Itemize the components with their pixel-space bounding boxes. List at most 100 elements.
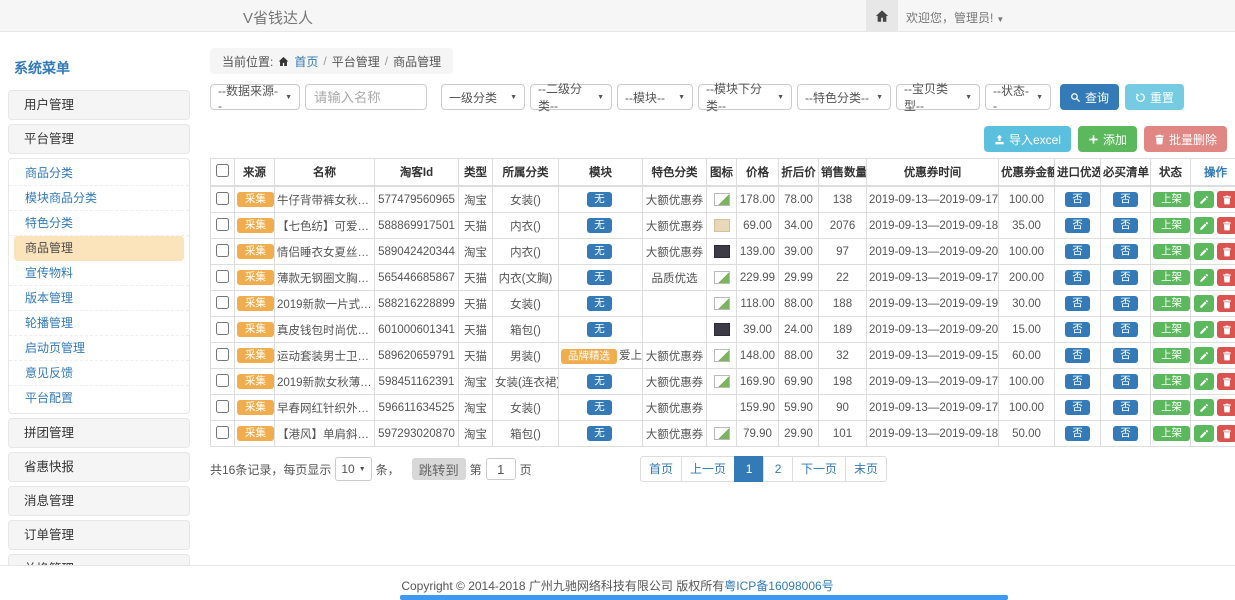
- source-select[interactable]: --数据来源--▼: [210, 84, 300, 110]
- module-badge[interactable]: 无: [587, 374, 612, 389]
- row-checkbox[interactable]: [216, 296, 229, 309]
- sidebar-item-user-mgmt[interactable]: 用户管理: [8, 90, 190, 120]
- must-buy-toggle[interactable]: 否: [1113, 244, 1138, 259]
- row-checkbox[interactable]: [216, 348, 229, 361]
- import-select-toggle[interactable]: 否: [1065, 218, 1090, 233]
- must-buy-toggle[interactable]: 否: [1113, 374, 1138, 389]
- status-toggle[interactable]: 上架: [1153, 270, 1190, 285]
- status-toggle[interactable]: 上架: [1153, 244, 1190, 259]
- breadcrumb-home-link[interactable]: 首页: [294, 53, 318, 70]
- sidebar-item-groupbuy-mgmt[interactable]: 拼团管理: [8, 418, 190, 448]
- status-toggle[interactable]: 上架: [1153, 348, 1190, 363]
- category1-select[interactable]: 一级分类▼: [441, 84, 525, 110]
- edit-button[interactable]: [1194, 373, 1214, 390]
- must-buy-toggle[interactable]: 否: [1113, 322, 1138, 337]
- row-checkbox[interactable]: [216, 322, 229, 335]
- item-type-select[interactable]: --宝贝类型--▼: [896, 84, 980, 110]
- module-select[interactable]: --模块--▼: [617, 84, 693, 110]
- reset-button[interactable]: 重置: [1125, 84, 1184, 110]
- first-page-button[interactable]: 首页: [640, 456, 682, 482]
- sidebar-item-promo-material[interactable]: 宣传物料: [9, 261, 189, 286]
- module-badge[interactable]: 无: [587, 296, 612, 311]
- must-buy-toggle[interactable]: 否: [1113, 270, 1138, 285]
- delete-button[interactable]: [1217, 269, 1235, 286]
- sidebar-item-exchange-mgmt[interactable]: 兑换管理: [8, 554, 190, 565]
- user-menu[interactable]: 欢迎您，管理员!▼: [906, 9, 1004, 26]
- sidebar-item-order-mgmt[interactable]: 订单管理: [8, 520, 190, 550]
- must-buy-toggle[interactable]: 否: [1113, 192, 1138, 207]
- batch-delete-button[interactable]: 批量删除: [1144, 126, 1227, 152]
- sidebar-item-feature-category[interactable]: 特色分类: [9, 211, 189, 236]
- module-badge[interactable]: 品牌精选: [561, 349, 617, 364]
- delete-button[interactable]: [1217, 373, 1235, 390]
- delete-button[interactable]: [1217, 243, 1235, 260]
- sidebar-item-product-category[interactable]: 商品分类: [9, 161, 189, 186]
- sidebar-item-splash-mgmt[interactable]: 启动页管理: [9, 336, 189, 361]
- edit-button[interactable]: [1194, 321, 1214, 338]
- import-select-toggle[interactable]: 否: [1065, 244, 1090, 259]
- import-select-toggle[interactable]: 否: [1065, 322, 1090, 337]
- import-select-toggle[interactable]: 否: [1065, 296, 1090, 311]
- status-toggle[interactable]: 上架: [1153, 296, 1190, 311]
- status-toggle[interactable]: 上架: [1153, 374, 1190, 389]
- edit-button[interactable]: [1194, 191, 1214, 208]
- prev-page-button[interactable]: 上一页: [681, 456, 735, 482]
- delete-button[interactable]: [1217, 217, 1235, 234]
- module-badge[interactable]: 无: [587, 322, 612, 337]
- module-badge[interactable]: 无: [587, 192, 612, 207]
- status-toggle[interactable]: 上架: [1153, 218, 1190, 233]
- import-select-toggle[interactable]: 否: [1065, 270, 1090, 285]
- add-button[interactable]: 添加: [1078, 126, 1137, 152]
- category2-select[interactable]: --二级分类--▼: [530, 84, 612, 110]
- module-badge[interactable]: 无: [587, 400, 612, 415]
- row-checkbox[interactable]: [216, 218, 229, 231]
- module-badge[interactable]: 无: [587, 426, 612, 441]
- edit-button[interactable]: [1194, 399, 1214, 416]
- sidebar-item-platform-mgmt[interactable]: 平台管理: [8, 124, 190, 154]
- delete-button[interactable]: [1217, 399, 1235, 416]
- import-select-toggle[interactable]: 否: [1065, 348, 1090, 363]
- import-select-toggle[interactable]: 否: [1065, 400, 1090, 415]
- edit-button[interactable]: [1194, 425, 1214, 442]
- status-toggle[interactable]: 上架: [1153, 322, 1190, 337]
- status-toggle[interactable]: 上架: [1153, 426, 1190, 441]
- edit-button[interactable]: [1194, 347, 1214, 364]
- module-badge[interactable]: 无: [587, 218, 612, 233]
- status-toggle[interactable]: 上架: [1153, 400, 1190, 415]
- select-all-checkbox[interactable]: [216, 164, 229, 177]
- module-sub-select[interactable]: --模块下分类--▼: [698, 84, 792, 110]
- next-page-button[interactable]: 下一页: [792, 456, 846, 482]
- per-page-select[interactable]: 10▼: [335, 457, 371, 481]
- bottom-scrollbar[interactable]: [400, 595, 1008, 600]
- edit-button[interactable]: [1194, 217, 1214, 234]
- home-button[interactable]: [866, 0, 898, 31]
- delete-button[interactable]: [1217, 295, 1235, 312]
- must-buy-toggle[interactable]: 否: [1113, 218, 1138, 233]
- page-2-button[interactable]: 2: [763, 456, 793, 482]
- row-checkbox[interactable]: [216, 426, 229, 439]
- row-checkbox[interactable]: [216, 374, 229, 387]
- sidebar-item-version-mgmt[interactable]: 版本管理: [9, 286, 189, 311]
- delete-button[interactable]: [1217, 425, 1235, 442]
- import-excel-button[interactable]: 导入excel: [984, 126, 1071, 152]
- sidebar-item-module-product-category[interactable]: 模块商品分类: [9, 186, 189, 211]
- delete-button[interactable]: [1217, 321, 1235, 338]
- must-buy-toggle[interactable]: 否: [1113, 400, 1138, 415]
- import-select-toggle[interactable]: 否: [1065, 374, 1090, 389]
- must-buy-toggle[interactable]: 否: [1113, 348, 1138, 363]
- edit-button[interactable]: [1194, 269, 1214, 286]
- row-checkbox[interactable]: [216, 400, 229, 413]
- sidebar-item-feedback[interactable]: 意见反馈: [9, 361, 189, 386]
- sidebar-item-platform-config[interactable]: 平台配置: [9, 386, 189, 411]
- delete-button[interactable]: [1217, 347, 1235, 364]
- query-button[interactable]: 查询: [1060, 84, 1119, 110]
- status-select[interactable]: --状态--▼: [985, 84, 1051, 110]
- sidebar-item-carousel-mgmt[interactable]: 轮播管理: [9, 311, 189, 336]
- jump-button[interactable]: 跳转到: [412, 458, 466, 480]
- page-number-input[interactable]: [486, 458, 516, 480]
- status-toggle[interactable]: 上架: [1153, 192, 1190, 207]
- row-checkbox[interactable]: [216, 244, 229, 257]
- must-buy-toggle[interactable]: 否: [1113, 426, 1138, 441]
- import-select-toggle[interactable]: 否: [1065, 426, 1090, 441]
- module-badge[interactable]: 无: [587, 244, 612, 259]
